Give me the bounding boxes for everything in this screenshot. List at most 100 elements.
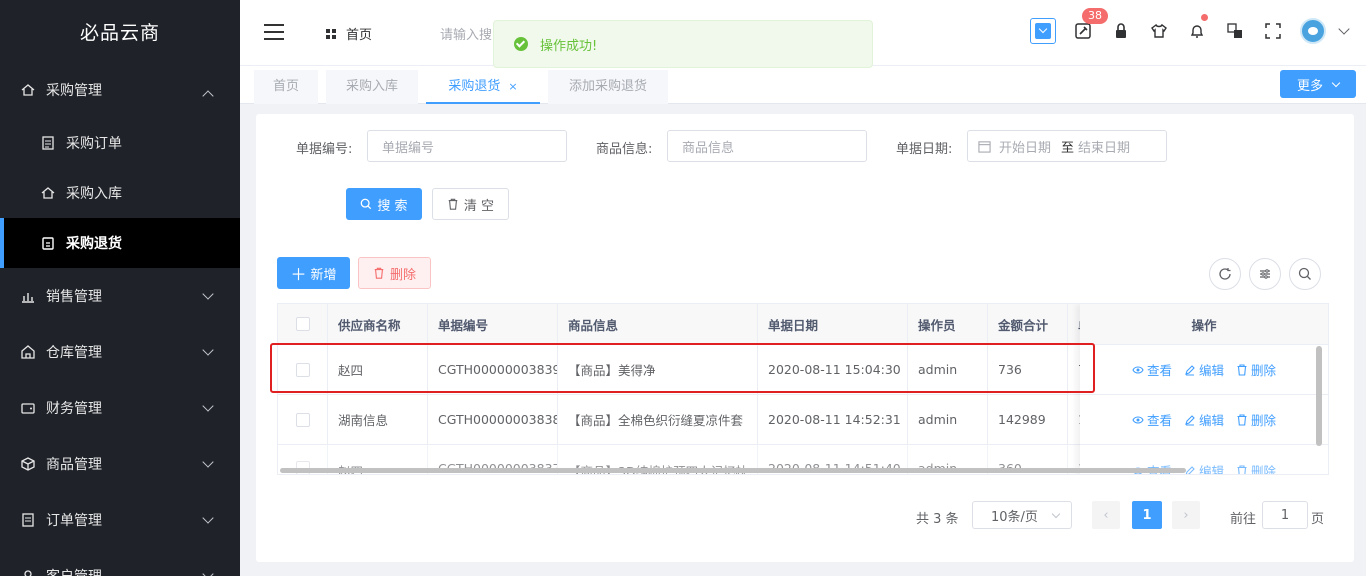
page-size-value: 10条/页 bbox=[991, 509, 1038, 525]
page-tabs: 首页 采购入库 采购退货 × 添加采购退货 更多 bbox=[240, 66, 1366, 104]
menu-sales[interactable]: 销售管理 bbox=[0, 268, 240, 324]
delete-button[interactable]: 删除 bbox=[358, 257, 431, 289]
columns-button[interactable] bbox=[1249, 258, 1281, 290]
toast-message: 操作成功! bbox=[540, 38, 598, 54]
cell-doc-no: CGTH00000003838 bbox=[428, 395, 558, 444]
tab-home[interactable]: 首页 bbox=[254, 70, 318, 104]
delete-label: 删除 bbox=[1251, 363, 1277, 378]
next-page-button[interactable]: › bbox=[1172, 501, 1200, 529]
trash-icon bbox=[374, 267, 384, 279]
chevron-down-icon bbox=[202, 400, 214, 412]
header-actions: 38 bbox=[1030, 8, 1350, 44]
language-button[interactable] bbox=[1224, 20, 1246, 42]
edit-icon bbox=[1185, 414, 1195, 426]
calendar-icon bbox=[978, 140, 991, 153]
toggle-search-button[interactable] bbox=[1289, 258, 1321, 290]
chevron-down-icon bbox=[1051, 509, 1061, 519]
menu-purchase[interactable]: 采购管理 bbox=[0, 66, 240, 114]
edit-link[interactable]: 编辑 bbox=[1184, 461, 1224, 474]
warehouse-icon bbox=[21, 345, 35, 359]
notification-button[interactable] bbox=[1186, 14, 1208, 42]
menu-label: 客户管理 bbox=[46, 566, 102, 576]
theme-button[interactable] bbox=[1148, 20, 1170, 42]
select-all-checkbox[interactable] bbox=[295, 317, 310, 331]
col-goods: 商品信息 bbox=[558, 304, 758, 344]
tab-label: 首页 bbox=[272, 79, 299, 94]
row-select-cell bbox=[278, 395, 328, 444]
submenu-purchase-order[interactable]: 采购订单 bbox=[0, 118, 240, 168]
delete-link[interactable]: 删除 bbox=[1236, 461, 1276, 474]
menu-label: 订单管理 bbox=[46, 513, 102, 529]
doc-no-input[interactable]: 单据编号 bbox=[367, 130, 567, 162]
dropdown-select-icon[interactable] bbox=[1030, 18, 1056, 44]
cell-date: 2020-08-11 14:52:31 bbox=[758, 395, 908, 444]
add-button[interactable]: ＋ 新增 bbox=[277, 257, 350, 289]
end-date-input[interactable]: 结束日期 bbox=[1078, 137, 1130, 156]
submenu-purchase-inbound[interactable]: 采购入库 bbox=[0, 168, 240, 218]
search-button[interactable]: 搜 索 bbox=[346, 188, 422, 220]
sidebar: 必品云商 采购管理 采购订单 采购入库 采购退货 销售管理 仓库管理 财务管理 … bbox=[0, 0, 240, 576]
menu-search-input[interactable]: 请输入搜 bbox=[440, 24, 492, 43]
breadcrumb-home[interactable]: 首页 bbox=[326, 24, 372, 43]
home-icon bbox=[41, 187, 55, 199]
date-range-input[interactable]: 开始日期 至 结束日期 bbox=[967, 130, 1167, 162]
chevron-down-icon bbox=[202, 456, 214, 468]
tools-button[interactable]: 38 bbox=[1072, 8, 1108, 42]
notification-count-badge: 38 bbox=[1082, 8, 1108, 24]
search-icon bbox=[361, 198, 372, 210]
page-1-button[interactable]: 1 bbox=[1132, 501, 1162, 529]
more-button[interactable]: 更多 bbox=[1280, 70, 1356, 98]
main-card: 单据编号: 单据编号 商品信息: 商品信息 单据日期: 开始日期 至 结束日期 … bbox=[256, 114, 1354, 562]
delete-link[interactable]: 删除 bbox=[1236, 410, 1276, 429]
trash-icon bbox=[1237, 464, 1247, 474]
row-checkbox[interactable] bbox=[295, 412, 310, 427]
tshirt-icon bbox=[1151, 23, 1167, 38]
menu-orders[interactable]: 订单管理 bbox=[0, 492, 240, 548]
clear-button[interactable]: 清 空 bbox=[432, 188, 509, 220]
date-separator: 至 bbox=[1061, 140, 1075, 156]
goods-label: 商品信息: bbox=[596, 142, 653, 157]
chevron-down-icon bbox=[202, 568, 214, 576]
prev-page-button[interactable]: ‹ bbox=[1092, 501, 1120, 529]
lock-button[interactable] bbox=[1110, 20, 1132, 42]
page-suffix: 页 bbox=[1311, 512, 1325, 527]
start-date-input[interactable]: 开始日期 bbox=[999, 137, 1051, 156]
menu-goods[interactable]: 商品管理 bbox=[0, 436, 240, 492]
vertical-scrollbar[interactable] bbox=[1316, 346, 1322, 446]
fullscreen-button[interactable] bbox=[1262, 20, 1284, 42]
add-button-label: 新增 bbox=[310, 267, 337, 283]
view-link[interactable]: 查看 bbox=[1132, 410, 1172, 429]
ops-fixed-column: 操作 查看 编辑 删除 查看 编辑 删除 查看 编辑 删除 bbox=[1080, 304, 1328, 474]
eye-icon bbox=[1132, 365, 1144, 374]
edit-link[interactable]: 编辑 bbox=[1184, 360, 1224, 379]
wrench-icon bbox=[1075, 23, 1091, 39]
goto-page-input[interactable]: 1 bbox=[1262, 501, 1308, 529]
menu-finance[interactable]: 财务管理 bbox=[0, 380, 240, 436]
doc-no-label: 单据编号: bbox=[296, 142, 353, 157]
lock-icon bbox=[1116, 23, 1126, 38]
edit-link[interactable]: 编辑 bbox=[1184, 410, 1224, 429]
tab-purchase-return[interactable]: 采购退货 × bbox=[426, 70, 540, 104]
refresh-button[interactable] bbox=[1209, 258, 1241, 290]
tab-purchase-inbound[interactable]: 采购入库 bbox=[326, 70, 418, 104]
chevron-down-icon bbox=[202, 344, 214, 356]
chevron-down-icon bbox=[202, 288, 214, 300]
success-toast: 操作成功! bbox=[493, 20, 873, 68]
hamburger-icon[interactable] bbox=[264, 24, 284, 40]
chevron-down-icon[interactable] bbox=[1338, 23, 1350, 35]
horizontal-scrollbar[interactable] bbox=[280, 468, 1186, 473]
view-link[interactable]: 查看 bbox=[1132, 360, 1172, 379]
return-icon bbox=[42, 237, 54, 250]
close-icon[interactable]: × bbox=[508, 80, 517, 93]
submenu-purchase-return[interactable]: 采购退货 bbox=[0, 218, 240, 268]
menu-customers[interactable]: 客户管理 bbox=[0, 548, 240, 576]
goods-input[interactable]: 商品信息 bbox=[667, 130, 867, 162]
more-button-label: 更多 bbox=[1296, 78, 1323, 94]
delete-link[interactable]: 删除 bbox=[1236, 360, 1276, 379]
user-avatar[interactable] bbox=[1300, 18, 1326, 44]
menu-warehouse[interactable]: 仓库管理 bbox=[0, 324, 240, 380]
submenu-label: 采购入库 bbox=[66, 186, 122, 202]
page-size-select[interactable]: 10条/页 bbox=[972, 501, 1072, 529]
tab-add-purchase-return[interactable]: 添加采购退货 bbox=[548, 70, 668, 104]
user-icon bbox=[24, 570, 32, 576]
